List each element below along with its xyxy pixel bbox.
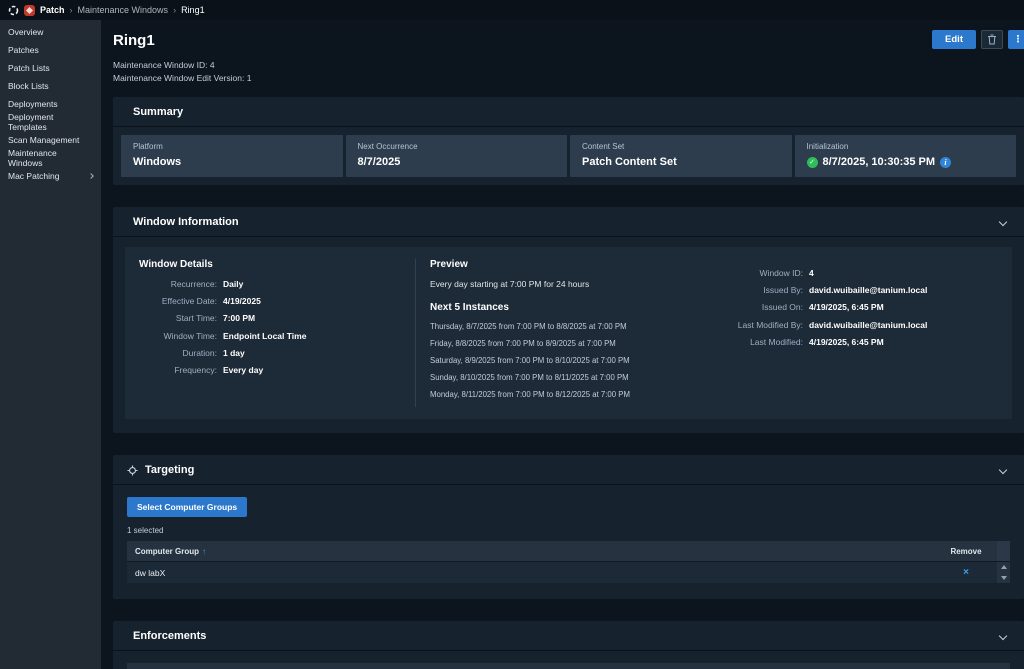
tanium-logo-icon[interactable] [8,5,19,16]
preview-summary: Every day starting at 7:00 PM for 24 hou… [430,279,703,289]
summary-title: Summary [133,106,1010,118]
sort-ascending-icon[interactable]: ↑ [202,547,206,556]
computer-group-column-header: Computer Group [135,547,199,556]
table-scrollbar[interactable] [997,562,1010,583]
targeting-table-header: Computer Group ↑ Remove [127,541,1010,561]
sidebar-item-mac-patching[interactable]: Mac Patching [0,167,101,185]
sidebar-item-label: Deployments [8,99,58,109]
enforcements-card: Enforcements Name Enforced Unenforced Ol… [113,621,1024,669]
preview-title: Preview [430,259,703,270]
sidebar-item-scan-management[interactable]: Scan Management [0,131,101,149]
remove-column-header: Remove [935,547,997,556]
check-circle-icon: ✓ [807,157,818,168]
vertical-divider [415,259,416,407]
enforcements-table-header: Name Enforced Unenforced Old Version Ove… [127,663,1010,669]
detail-row: Frequency:Every day [139,365,401,375]
detail-row: Recurrence:Daily [139,279,401,289]
sidebar-item-label: Patches [8,45,39,55]
sidebar-item-maintenance-windows[interactable]: Maintenance Windows [0,149,101,167]
window-meta-section: Window ID:4 Issued By:david.wuibaille@ta… [703,259,998,407]
delete-button[interactable] [981,30,1003,49]
instance-row: Sunday, 8/10/2025 from 7:00 PM to 8/11/2… [430,373,703,382]
enforcements-title: Enforcements [133,630,993,642]
window-id-line: Maintenance Window ID: 4 [113,60,1024,70]
scroll-down-icon[interactable] [1001,576,1007,580]
computer-group-name: dw labX [127,568,935,578]
breadcrumb-current: Ring1 [181,5,205,15]
main-content: Ring1 Edit ⋮ Maintenance Window ID: 4 Ma… [101,20,1024,669]
summary-field-next-occurrence: Next Occurrence 8/7/2025 [346,135,568,177]
edit-button[interactable]: Edit [932,30,976,49]
patch-app-icon [24,5,35,16]
instance-row: Saturday, 8/9/2025 from 7:00 PM to 8/10/… [430,356,703,365]
breadcrumb-separator: › [173,5,176,15]
app-name: Patch [40,5,65,15]
collapse-chevron-icon[interactable] [999,218,1007,226]
sidebar-item-label: Deployment Templates [8,112,93,132]
sidebar-item-label: Patch Lists [8,63,50,73]
targeting-title: Targeting [145,464,993,476]
detail-row: Duration:1 day [139,348,401,358]
chevron-right-icon [88,173,94,179]
target-icon [127,465,138,476]
instance-row: Thursday, 8/7/2025 from 7:00 PM to 8/8/2… [430,322,703,331]
selected-count: 1 selected [127,526,1010,535]
summary-field-initialization: Initialization ✓ 8/7/2025, 10:30:35 PM i [795,135,1017,177]
preview-section: Preview Every day starting at 7:00 PM fo… [430,259,703,407]
meta-row: Last Modified:4/19/2025, 6:45 PM [703,337,998,347]
detail-row: Window Time:Endpoint Local Time [139,331,401,341]
sidebar: Overview Patches Patch Lists Block Lists… [0,20,101,669]
summary-card: Summary Platform Windows Next Occurrence… [113,97,1024,185]
computer-group-row[interactable]: dw labX × [127,561,1010,583]
scroll-up-icon[interactable] [1001,565,1007,569]
detail-row: Start Time:7:00 PM [139,313,401,323]
remove-group-button[interactable]: × [963,567,969,578]
sidebar-item-patches[interactable]: Patches [0,41,101,59]
sidebar-item-label: Scan Management [8,135,79,145]
sidebar-item-label: Block Lists [8,81,49,91]
table-scrollbar-corner [997,541,1010,561]
patch-app: Patch › Maintenance Windows › Ring1 Over… [0,0,1024,669]
window-details-title: Window Details [139,259,401,270]
topbar: Patch › Maintenance Windows › Ring1 [0,0,1024,20]
next-instances-title: Next 5 Instances [430,302,703,313]
collapse-chevron-icon[interactable] [999,466,1007,474]
window-information-title: Window Information [133,216,993,228]
sidebar-item-block-lists[interactable]: Block Lists [0,77,101,95]
sidebar-item-overview[interactable]: Overview [0,23,101,41]
sidebar-item-deployment-templates[interactable]: Deployment Templates [0,113,101,131]
meta-row: Issued On:4/19/2025, 6:45 PM [703,302,998,312]
breadcrumb-maintenance-windows[interactable]: Maintenance Windows [78,5,169,15]
collapse-chevron-icon[interactable] [999,632,1007,640]
detail-row: Effective Date:4/19/2025 [139,296,401,306]
more-icon: ⋮ [1013,34,1023,45]
meta-row: Last Modified By:david.wuibaille@tanium.… [703,320,998,330]
summary-field-platform: Platform Windows [121,135,343,177]
instance-row: Friday, 8/8/2025 from 7:00 PM to 8/9/202… [430,339,703,348]
sidebar-item-label: Maintenance Windows [8,148,93,168]
instance-row: Monday, 8/11/2025 from 7:00 PM to 8/12/2… [430,390,703,399]
targeting-card: Targeting Select Computer Groups 1 selec… [113,455,1024,599]
info-icon[interactable]: i [940,157,951,168]
page-title: Ring1 [113,32,155,49]
window-information-card: Window Information Window Details Recurr… [113,207,1024,433]
meta-row: Issued By:david.wuibaille@tanium.local [703,285,998,295]
sidebar-item-label: Mac Patching [8,171,60,181]
summary-field-content-set: Content Set Patch Content Set [570,135,792,177]
overflow-button[interactable]: ⋮ [1008,30,1024,49]
breadcrumb-separator: › [70,5,73,15]
sidebar-item-label: Overview [8,27,43,37]
edit-version-line: Maintenance Window Edit Version: 1 [113,73,1024,83]
trash-icon [987,34,997,45]
page-header: Ring1 Edit ⋮ Maintenance Window ID: 4 Ma… [113,30,1024,83]
meta-row: Window ID:4 [703,268,998,278]
header-actions: Edit ⋮ [932,30,1024,49]
sidebar-item-deployments[interactable]: Deployments [0,95,101,113]
sidebar-item-patch-lists[interactable]: Patch Lists [0,59,101,77]
window-details-section: Window Details Recurrence:Daily Effectiv… [139,259,401,407]
select-computer-groups-button[interactable]: Select Computer Groups [127,497,247,517]
